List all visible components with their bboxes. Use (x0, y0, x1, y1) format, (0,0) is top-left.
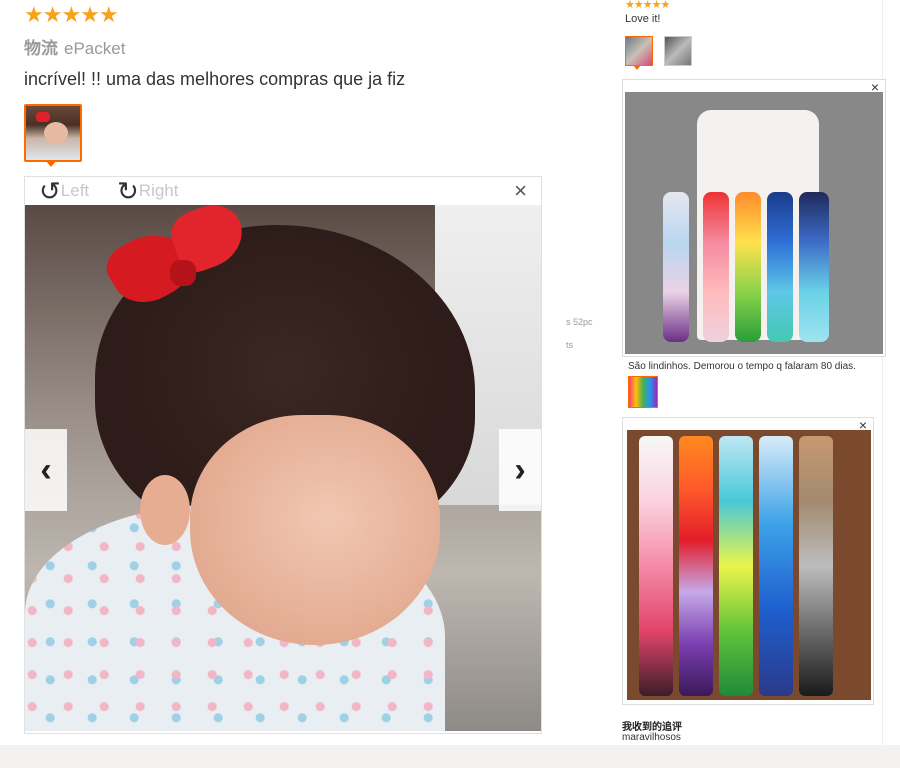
photo-viewer: × (622, 417, 874, 705)
chevron-left-icon: ‹ (40, 450, 52, 489)
review-photo-thumbnail[interactable] (628, 376, 658, 408)
review-text: incrível! !! uma das melhores compras qu… (24, 69, 406, 89)
page-footer-strip (0, 745, 900, 768)
rotate-right-button[interactable]: ↻ Right (117, 177, 178, 205)
review-caption: São lindinhos. Demorou o tempo q falaram… (628, 361, 856, 372)
shipping-value: ePacket (64, 39, 126, 58)
rotate-left-icon: ↺ (39, 176, 61, 206)
clipped-text: ts (566, 340, 574, 350)
review-photo-thumbnail[interactable] (625, 36, 653, 66)
review-photo-large: ‹ › (25, 205, 541, 731)
rotate-right-label: Right (138, 181, 179, 200)
review-text: Love it! (625, 13, 661, 25)
shipping-info: 物流 ePacket (24, 34, 125, 59)
rating-stars: ★★★★★ (625, 0, 670, 10)
rotate-left-button[interactable]: ↺ Left (39, 177, 89, 205)
previous-photo-button[interactable]: ‹ (25, 429, 67, 511)
followup-review-label: 我收到的追评 (622, 722, 682, 733)
review-text: maravilhosos (622, 732, 681, 743)
rotate-left-label: Left (60, 181, 90, 200)
rating-stars: ★★★★★ (24, 2, 119, 27)
chevron-right-icon: › (514, 450, 526, 489)
photo-viewer: × (622, 79, 886, 357)
next-photo-button[interactable]: › (499, 429, 541, 511)
review-photo-large (625, 92, 883, 354)
viewer-toolbar: ↺ Left ↻ Right × (25, 177, 541, 205)
review-photo-large (627, 430, 871, 700)
photo-viewer: ↺ Left ↻ Right × ‹ › (24, 176, 542, 734)
review-photo-thumbnail[interactable] (664, 36, 692, 66)
close-icon[interactable]: × (514, 180, 527, 202)
review-photo-thumbnail[interactable] (24, 104, 82, 162)
thumbnail-pointer (45, 160, 57, 167)
thumbnail-pointer (633, 65, 641, 70)
shipping-label: 物流 (24, 39, 58, 58)
rotate-right-icon: ↻ (117, 176, 139, 206)
clipped-text: s 52pc (566, 317, 593, 327)
